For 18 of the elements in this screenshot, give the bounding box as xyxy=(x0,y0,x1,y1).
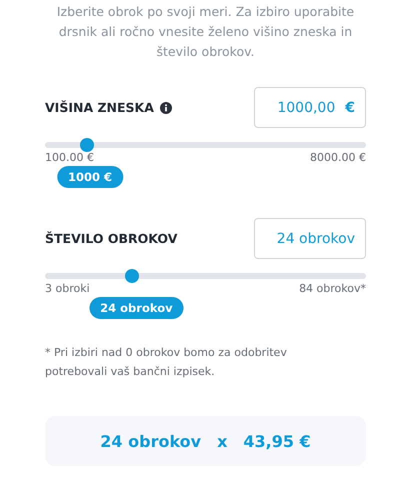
value-badge: 1000 € xyxy=(57,166,124,188)
installment-count: 24 obrokov xyxy=(100,432,202,450)
input-field[interactable]: 1000,00 € xyxy=(254,87,366,128)
max-label: 84 obrokov* xyxy=(299,282,366,295)
intro-text: Izberite obrok po svoji meri. Za izbiro uporabite drsnik ali ročno vnesite želeno višino zneska in število obrokov. xyxy=(56,3,356,61)
multiply-sign: x xyxy=(217,432,228,450)
slider-thumb[interactable] xyxy=(80,138,94,152)
info-icon[interactable] xyxy=(160,102,172,114)
installment-amount: 43,95 € xyxy=(243,432,311,450)
min-label: 3 obroki xyxy=(45,282,90,295)
value-badge: 24 obrokov xyxy=(89,297,184,319)
field-label: VIŠINA ZNESKA xyxy=(45,100,154,115)
min-label: 100.00 € xyxy=(45,151,94,164)
field-label: ŠTEVILO OBROKOV xyxy=(45,231,178,246)
input-field[interactable]: 24 obrokov xyxy=(254,218,366,259)
footnote-text: * Pri izbiri nad 0 obrokov bomo za odobritev potrebovali vaš bančni izpisek. xyxy=(45,345,288,380)
max-label: 8000.00 € xyxy=(310,151,366,164)
slider-thumb[interactable] xyxy=(124,269,139,283)
